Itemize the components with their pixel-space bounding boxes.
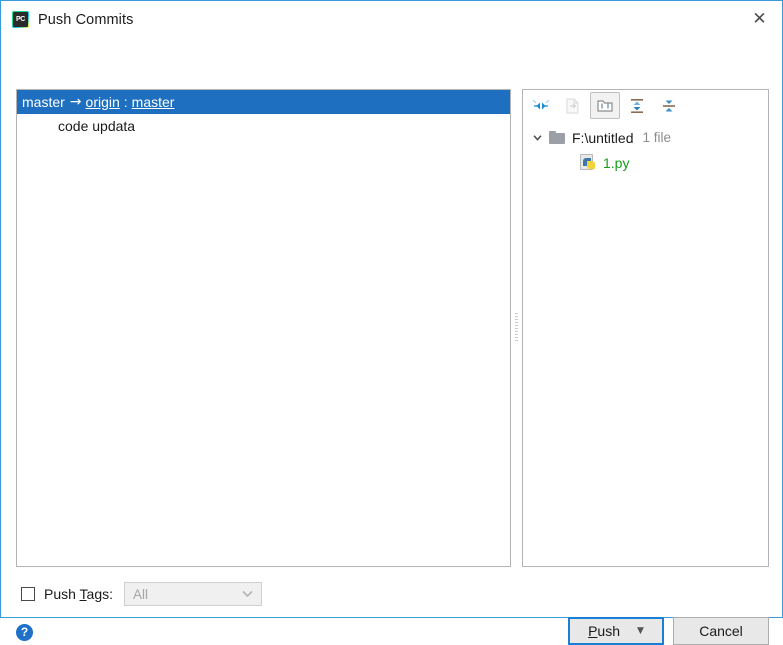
splitter-grip xyxy=(515,313,518,343)
pycharm-icon-label: PC xyxy=(13,12,28,27)
push-button[interactable]: Push ▼ xyxy=(568,617,664,645)
show-diff-icon xyxy=(558,92,588,119)
commit-message-row[interactable]: code updata xyxy=(17,114,510,138)
group-by-directory-icon[interactable] xyxy=(590,92,620,119)
file-count-label: 1 file xyxy=(642,130,672,145)
tree-row[interactable]: 1.py xyxy=(523,150,768,175)
collapse-all-icon[interactable] xyxy=(654,92,684,119)
branch-pair-row[interactable]: master → origin : master xyxy=(17,90,510,114)
help-icon[interactable]: ? xyxy=(16,624,33,641)
branch-separator: : xyxy=(123,94,128,110)
python-file-icon xyxy=(580,154,597,171)
commits-list-panel[interactable]: master → origin : master code updata xyxy=(16,89,511,567)
window-title: Push Commits xyxy=(38,11,134,28)
push-tags-label-pre: Push xyxy=(44,586,80,602)
tags-select[interactable]: All xyxy=(124,582,263,606)
push-tags-label-post: ags: xyxy=(86,586,114,602)
push-tags-label: Push Tags: xyxy=(44,586,113,602)
directory-path: F:\untitled xyxy=(572,129,634,146)
push-tags-label-mnemonic: T xyxy=(79,586,87,602)
push-dropdown-arrow-icon[interactable]: ▼ xyxy=(637,626,644,636)
remote-name-link[interactable]: origin xyxy=(86,94,120,110)
chevron-down-icon[interactable] xyxy=(529,130,545,146)
cancel-button[interactable]: Cancel xyxy=(673,617,769,645)
folder-icon xyxy=(549,131,565,144)
push-tags-checkbox[interactable] xyxy=(21,587,35,601)
push-tags-row: Push Tags: All xyxy=(21,582,263,606)
expand-all-icon[interactable] xyxy=(622,92,652,119)
remote-branch-link[interactable]: master xyxy=(132,94,175,110)
push-button-mnemonic: P xyxy=(588,623,598,639)
collapse-selection-icon[interactable] xyxy=(526,92,556,119)
changed-files-panel: F:\untitled 1 file 1.py xyxy=(522,89,769,567)
dialog-buttons: Push ▼ Cancel xyxy=(568,617,769,645)
tags-select-value: All xyxy=(133,586,149,602)
files-tree[interactable]: F:\untitled 1 file 1.py xyxy=(523,121,768,566)
pycharm-icon: PC xyxy=(12,11,29,28)
files-toolbar xyxy=(523,90,768,121)
title-bar: PC Push Commits ✕ xyxy=(1,1,782,39)
push-commits-dialog: PC Push Commits ✕ master → origin : mast… xyxy=(0,0,783,645)
tree-row[interactable]: F:\untitled 1 file xyxy=(523,125,768,150)
local-branch-label: master xyxy=(22,94,65,110)
arrow-icon: → xyxy=(69,94,82,110)
panel-splitter[interactable] xyxy=(513,89,521,567)
close-icon[interactable]: ✕ xyxy=(737,1,782,37)
push-button-label: ush xyxy=(597,623,620,639)
dialog-content: master → origin : master code updata F:\… xyxy=(1,39,782,645)
chevron-down-icon xyxy=(241,588,254,601)
file-name-label: 1.py xyxy=(603,154,630,171)
